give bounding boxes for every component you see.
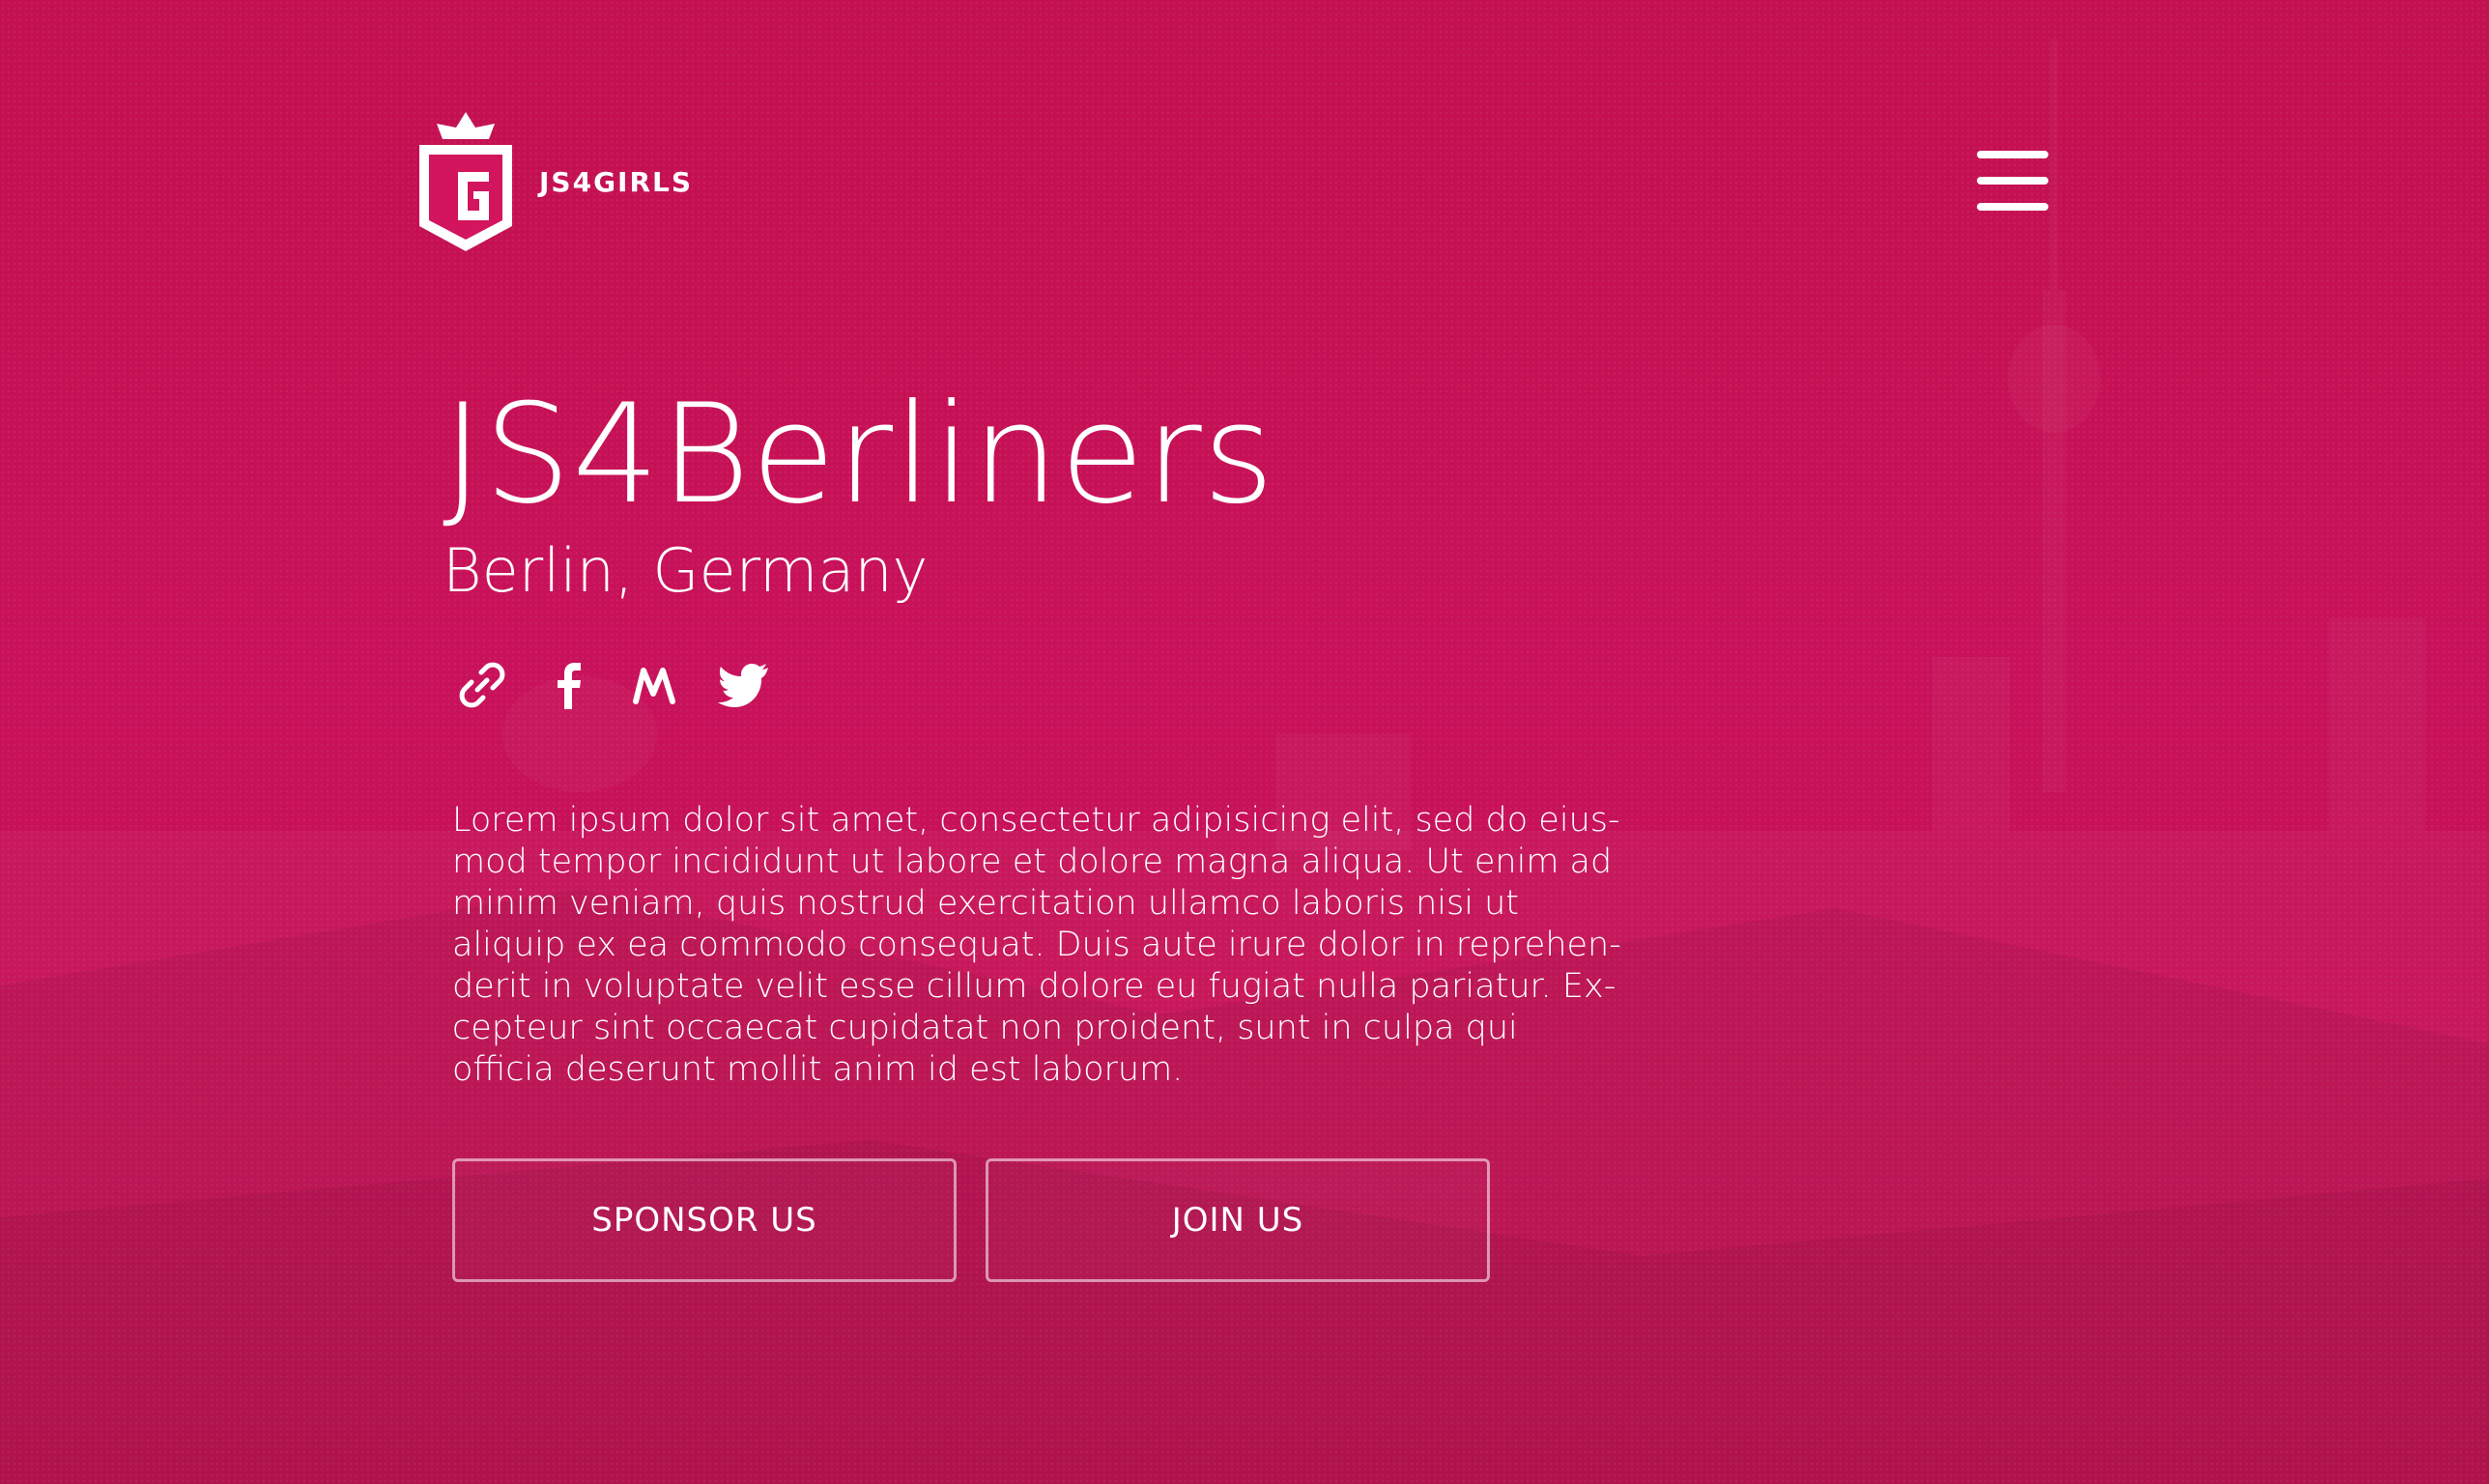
cta-buttons: SPONSOR US JOIN US bbox=[443, 1158, 1699, 1282]
page-title: JS4Berliners bbox=[443, 375, 1275, 534]
twitter-icon[interactable] bbox=[717, 659, 769, 711]
hero-page: JS4GIRLS JS4Berliners Berlin, Germany Lo… bbox=[0, 0, 2489, 1484]
hero-content: JS4Berliners Berlin, Germany Lorem ipsum… bbox=[443, 386, 1699, 1282]
meetup-icon[interactable] bbox=[630, 659, 682, 711]
brand-name: JS4GIRLS bbox=[539, 165, 694, 198]
link-icon[interactable] bbox=[456, 659, 508, 711]
hamburger-menu-icon[interactable] bbox=[1977, 151, 2048, 211]
brand-logo[interactable]: JS4GIRLS bbox=[414, 110, 693, 253]
page-subtitle: Berlin, Germany bbox=[443, 535, 929, 606]
join-us-button[interactable]: JOIN US bbox=[986, 1158, 1490, 1282]
sponsor-us-button[interactable]: SPONSOR US bbox=[452, 1158, 957, 1282]
description-text: Lorem ipsum dolor sit amet, consectetur … bbox=[452, 801, 1621, 1089]
social-links bbox=[443, 659, 1699, 711]
crown-shield-g-icon bbox=[419, 112, 512, 251]
facebook-icon[interactable] bbox=[543, 659, 595, 711]
